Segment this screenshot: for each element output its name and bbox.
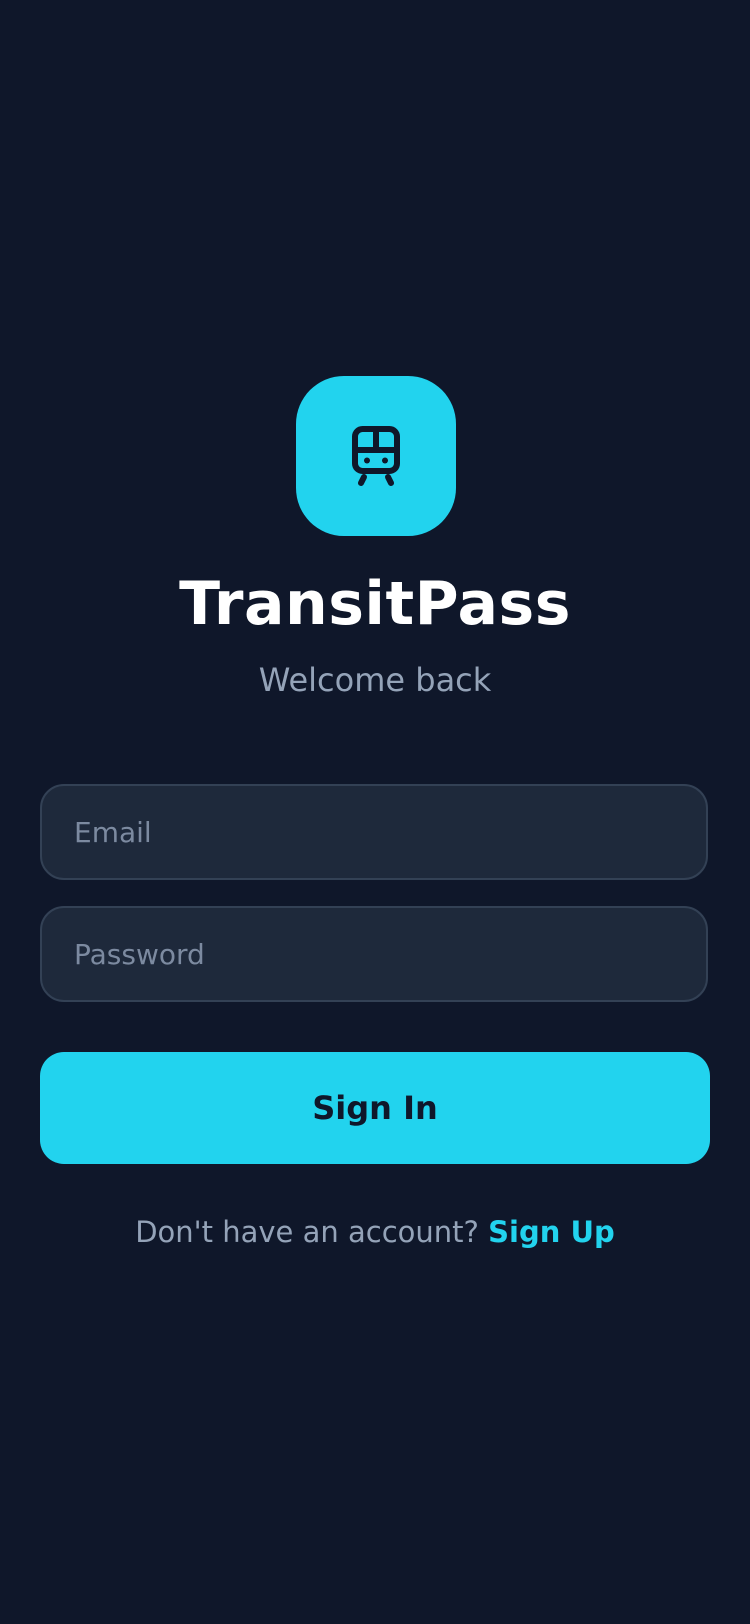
sign-in-button[interactable]: Sign In (40, 1052, 710, 1164)
signup-prompt: Don't have an account? Sign Up (0, 1210, 750, 1254)
login-screen: TransitPass Welcome back Sign In Don't h… (0, 0, 750, 1624)
train-icon (352, 426, 400, 486)
email-field[interactable] (40, 784, 708, 880)
signup-prompt-text: Don't have an account? (135, 1215, 489, 1249)
welcome-subtitle: Welcome back (258, 661, 492, 699)
app-title: TransitPass (179, 569, 571, 639)
password-field[interactable] (40, 906, 708, 1002)
sign-up-link[interactable]: Sign Up (488, 1215, 615, 1249)
app-logo (296, 376, 456, 536)
